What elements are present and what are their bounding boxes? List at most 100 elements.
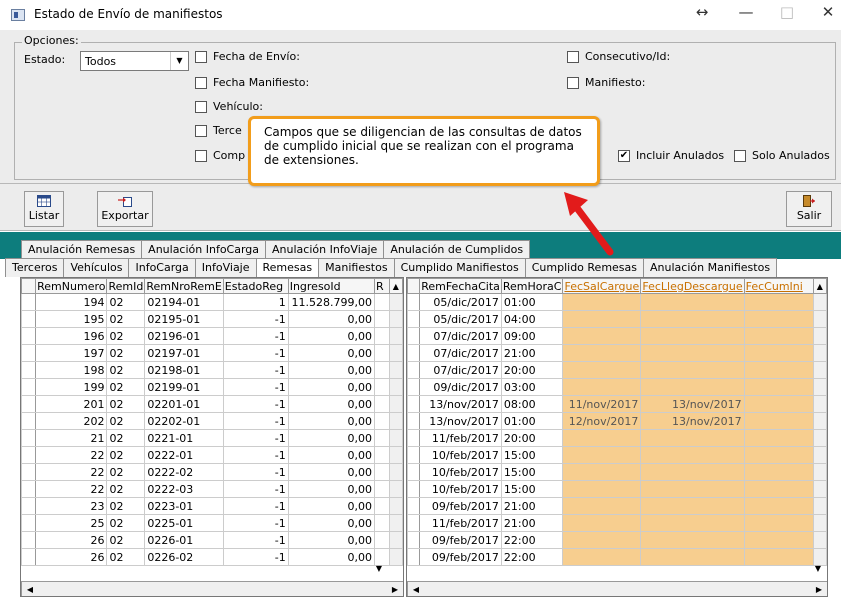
table-cell[interactable]: -1 — [222, 378, 289, 396]
table-cell[interactable]: 02 — [106, 446, 146, 464]
salir-button[interactable]: Salir — [786, 191, 832, 227]
vertical-scrollbar-track[interactable] — [388, 480, 403, 498]
row-selector[interactable] — [21, 327, 37, 345]
table-cell[interactable]: -1 — [222, 531, 289, 549]
checkbox-fecha-manifiesto[interactable]: Fecha Manifiesto: — [195, 76, 309, 89]
table-cell[interactable]: -1 — [222, 327, 289, 345]
scroll-right-arrow[interactable]: ▶ — [387, 582, 403, 596]
table-row[interactable]: 07/dic/2017 20:00 — [407, 361, 827, 379]
close-button[interactable]: ✕ — [816, 3, 840, 21]
table-cell[interactable]: 07/dic/2017 — [419, 361, 502, 379]
table-cell[interactable]: -1 — [222, 361, 289, 379]
table-cell[interactable]: -1 — [222, 497, 289, 515]
table-cell[interactable]: 202 — [35, 412, 108, 430]
row-selector[interactable] — [21, 395, 37, 413]
checkbox-manifiesto[interactable]: Manifiesto: — [567, 76, 645, 89]
table-cell[interactable]: 07/dic/2017 — [419, 327, 502, 345]
vertical-scrollbar-track[interactable] — [812, 395, 827, 413]
listar-button[interactable]: Listar — [24, 191, 64, 227]
table-cell[interactable] — [743, 378, 814, 396]
tab-manifiestos[interactable]: Manifiestos — [318, 258, 395, 277]
table-row[interactable]: 202 02 02202-01 -1 0,00 — [21, 412, 403, 430]
vertical-scrollbar-track[interactable] — [388, 327, 403, 345]
table-cell[interactable]: 26 — [35, 548, 108, 566]
column-header[interactable]: RemHoraC — [500, 278, 564, 294]
table-cell[interactable] — [743, 327, 814, 345]
row-selector[interactable] — [21, 548, 37, 566]
table-cell[interactable] — [743, 514, 814, 532]
table-cell[interactable]: 0,00 — [287, 548, 376, 566]
tab-anulacion-infoviaje[interactable]: Anulación InfoViaje — [265, 240, 385, 259]
table-cell[interactable]: 20:00 — [500, 361, 564, 379]
checkbox-box[interactable] — [195, 149, 207, 162]
row-selector[interactable] — [407, 361, 421, 379]
scroll-up-arrow[interactable]: ▲ — [812, 278, 827, 294]
scroll-down-arrow[interactable]: ▼ — [371, 561, 387, 577]
table-cell[interactable]: 05/dic/2017 — [419, 310, 502, 328]
table-cell[interactable]: 13/nov/2017 — [640, 395, 745, 413]
vertical-scrollbar-track[interactable] — [388, 514, 403, 532]
row-selector[interactable] — [407, 327, 421, 345]
table-cell[interactable] — [640, 293, 745, 311]
table-cell[interactable] — [562, 463, 642, 481]
table-cell[interactable]: -1 — [222, 446, 289, 464]
table-cell[interactable] — [743, 531, 814, 549]
table-cell[interactable] — [743, 395, 814, 413]
table-row[interactable]: 09/feb/2017 21:00 — [407, 497, 827, 515]
table-row[interactable]: 25 02 0225-01 -1 0,00 — [21, 514, 403, 532]
column-header[interactable]: FecLlegDescargue — [640, 278, 745, 294]
column-header[interactable]: FecCumIni — [743, 278, 814, 294]
table-row[interactable]: 10/feb/2017 15:00 — [407, 480, 827, 498]
table-cell[interactable]: 02 — [106, 463, 146, 481]
vertical-scrollbar-track[interactable] — [388, 429, 403, 447]
checkbox-box[interactable] — [734, 149, 746, 162]
table-cell[interactable]: 195 — [35, 310, 108, 328]
table-row[interactable]: 22 02 0222-01 -1 0,00 — [21, 446, 403, 464]
table-cell[interactable] — [743, 293, 814, 311]
table-cell[interactable]: 09/feb/2017 — [419, 548, 502, 566]
table-cell[interactable]: -1 — [222, 412, 289, 430]
vertical-scrollbar-track[interactable] — [388, 293, 403, 311]
vertical-scrollbar-track[interactable] — [812, 361, 827, 379]
table-cell[interactable]: 0222-03 — [144, 480, 224, 498]
vertical-scrollbar-track[interactable] — [812, 531, 827, 549]
table-cell[interactable]: 08:00 — [500, 395, 564, 413]
table-cell[interactable]: 02 — [106, 327, 146, 345]
vertical-scrollbar-track[interactable] — [812, 429, 827, 447]
table-cell[interactable]: 22 — [35, 480, 108, 498]
table-cell[interactable] — [743, 429, 814, 447]
table-cell[interactable] — [562, 429, 642, 447]
table-cell[interactable]: 02 — [106, 361, 146, 379]
table-cell[interactable] — [743, 446, 814, 464]
table-cell[interactable]: 21 — [35, 429, 108, 447]
table-row[interactable]: 199 02 02199-01 -1 0,00 — [21, 378, 403, 396]
table-cell[interactable]: -1 — [222, 395, 289, 413]
column-header[interactable]: RemFechaCita — [419, 278, 502, 294]
table-cell[interactable]: 02196-01 — [144, 327, 224, 345]
table-cell[interactable]: 0,00 — [287, 514, 376, 532]
right-grid[interactable]: RemFechaCita RemHoraC FecSalCargue FecLl… — [406, 277, 828, 597]
table-cell[interactable]: 22 — [35, 463, 108, 481]
table-cell[interactable] — [640, 378, 745, 396]
table-cell[interactable]: 194 — [35, 293, 108, 311]
table-cell[interactable]: 0221-01 — [144, 429, 224, 447]
checkbox-tercero[interactable]: Terce — [195, 124, 242, 137]
vertical-scrollbar-track[interactable] — [812, 514, 827, 532]
table-cell[interactable]: 201 — [35, 395, 108, 413]
vertical-scrollbar-track[interactable] — [812, 463, 827, 481]
row-selector[interactable] — [407, 395, 421, 413]
row-selector[interactable] — [407, 531, 421, 549]
table-cell[interactable]: 07/dic/2017 — [419, 344, 502, 362]
table-cell[interactable]: 25 — [35, 514, 108, 532]
table-cell[interactable]: 0225-01 — [144, 514, 224, 532]
checkbox-incluir-anulados[interactable]: ✔ Incluir Anulados — [618, 149, 724, 162]
table-cell[interactable]: 09/feb/2017 — [419, 497, 502, 515]
table-row[interactable]: 10/feb/2017 15:00 — [407, 446, 827, 464]
table-cell[interactable] — [562, 327, 642, 345]
table-cell[interactable] — [640, 514, 745, 532]
table-cell[interactable]: 02195-01 — [144, 310, 224, 328]
checkbox-fecha-envio[interactable]: Fecha de Envío: — [195, 50, 300, 63]
table-cell[interactable]: 0,00 — [287, 412, 376, 430]
table-cell[interactable] — [743, 463, 814, 481]
table-cell[interactable]: 02199-01 — [144, 378, 224, 396]
